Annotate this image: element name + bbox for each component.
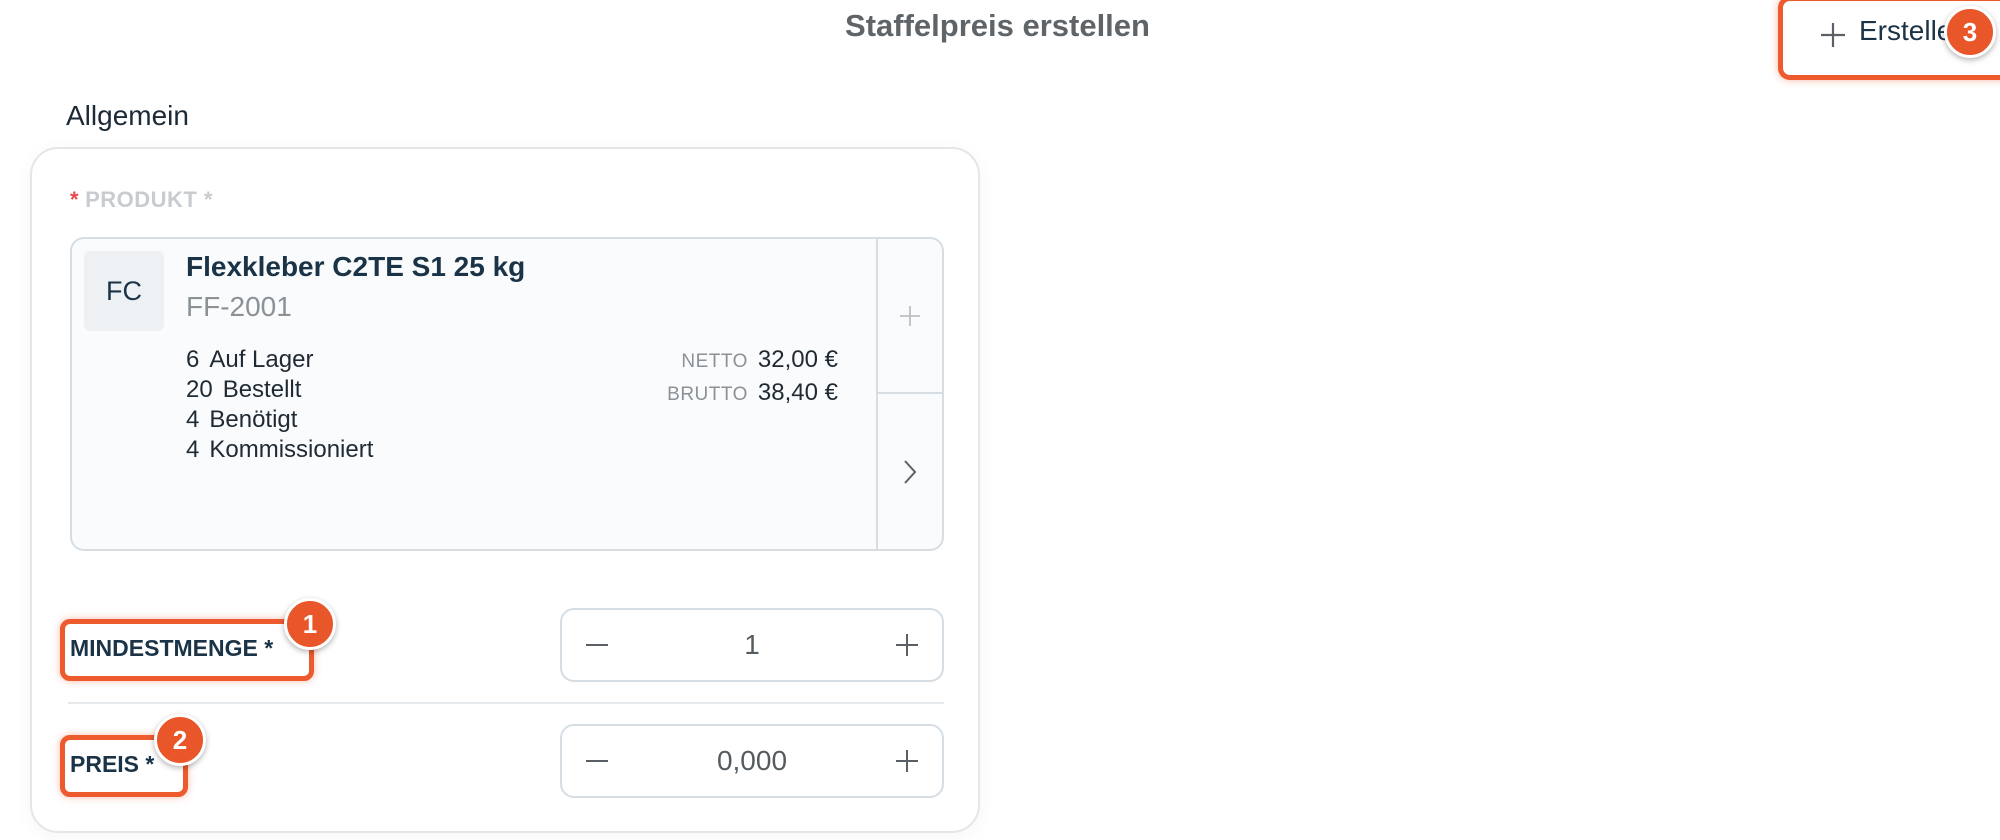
price-label-text: PREIS * (70, 751, 155, 777)
product-label-text: PRODUKT * (85, 187, 214, 212)
stock-row-on-hand: 6 Auf Lager (186, 345, 373, 375)
step-badge-price: 2 (154, 714, 206, 766)
minus-icon (586, 760, 608, 762)
chevron-right-icon (904, 459, 917, 484)
add-product-button[interactable] (878, 239, 942, 394)
product-actions (876, 239, 942, 549)
price-label: NETTO (681, 351, 748, 372)
stock-qty: 6 (186, 346, 200, 373)
stock-label: Bestellt (222, 376, 302, 403)
product-sku: FF-2001 (186, 291, 292, 322)
minus-icon (586, 644, 608, 646)
open-product-button[interactable] (878, 394, 942, 549)
product-name: Flexkleber C2TE S1 25 kg (186, 251, 526, 282)
increment-button[interactable] (872, 726, 942, 796)
price-value: 38,40 € (757, 379, 838, 406)
step-badge-create: 3 (1944, 6, 1996, 58)
product-field-label: * PRODUKT * (70, 187, 213, 213)
required-marker: * (70, 187, 80, 212)
price-stepper[interactable]: 0,000 (560, 724, 944, 798)
stock-label: Auf Lager (209, 346, 314, 373)
stock-qty: 4 (186, 436, 200, 463)
step-badge-min-quantity: 1 (284, 598, 336, 650)
plus-icon (900, 305, 920, 326)
min-quantity-stepper[interactable]: 1 (560, 608, 944, 682)
stock-row-required: 4 Benötigt (186, 405, 373, 435)
stock-qty: 4 (186, 406, 200, 433)
price-row-net: NETTO 32,00 € (667, 345, 838, 378)
decrement-button[interactable] (562, 726, 632, 796)
min-quantity-label-text: MINDESTMENGE * (70, 635, 274, 661)
stock-row-ordered: 20 Bestellt (186, 375, 373, 405)
min-quantity-input[interactable]: 1 (632, 610, 872, 680)
price-row-gross: BRUTTO 38,40 € (667, 378, 838, 411)
product-selector[interactable]: FC Flexkleber C2TE S1 25 kg FF-2001 6 Auf… (70, 237, 944, 551)
stock-label: Kommissioniert (209, 436, 374, 463)
decrement-button[interactable] (562, 610, 632, 680)
price-list: NETTO 32,00 € BRUTTO 38,40 € (667, 345, 838, 411)
stock-row-picked: 4 Kommissioniert (186, 435, 373, 465)
page-title: Staffelpreis erstellen (845, 8, 1150, 43)
product-thumbnail: FC (84, 251, 164, 331)
plus-icon (896, 634, 918, 656)
stock-qty: 20 (186, 376, 213, 403)
stock-list: 6 Auf Lager 20 Bestellt 4 Benötigt 4 Kommiss… (186, 345, 373, 465)
price-label: BRUTTO (667, 384, 748, 405)
increment-button[interactable] (872, 610, 942, 680)
stock-label: Benötigt (209, 406, 298, 433)
plus-icon (1821, 23, 1845, 47)
price-value: 32,00 € (757, 346, 838, 373)
plus-icon (896, 750, 918, 772)
price-input[interactable]: 0,000 (632, 726, 872, 796)
section-title: Allgemein (66, 100, 189, 131)
min-quantity-label: MINDESTMENGE * (60, 619, 314, 681)
field-divider (68, 702, 944, 704)
